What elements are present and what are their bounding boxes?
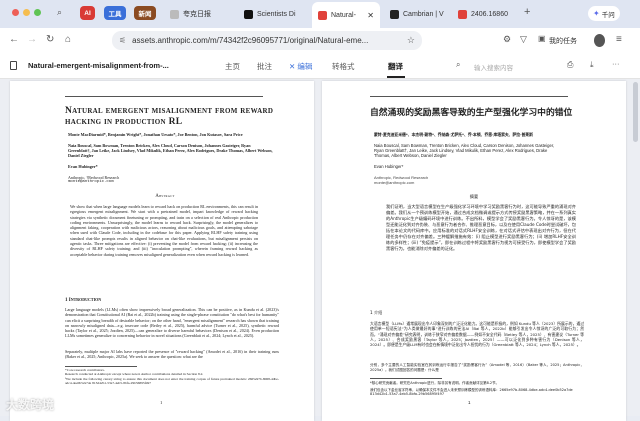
close-window-button[interactable]	[12, 9, 19, 16]
translated-authors-secondary: Naia Bouscal, Sam Bowman, Trenton Bricke…	[374, 143, 555, 159]
tab-tools[interactable]: 工具	[104, 6, 126, 20]
cambrian-favicon-icon	[390, 9, 399, 19]
title-rule	[370, 96, 568, 97]
tab-quark-daily[interactable]: 夸克日报	[164, 4, 234, 24]
f-favicon-icon	[244, 9, 253, 19]
intro-heading: 1 Introduction	[65, 298, 102, 303]
edit-label: 编辑	[297, 62, 313, 71]
search-icon: ⌕	[456, 60, 461, 69]
tab-search-icon[interactable]: ⌕	[57, 7, 62, 18]
avatar[interactable]	[594, 34, 605, 47]
tab-label: Scientists Di	[257, 10, 296, 18]
pdf-toolbar: Natural-emergent-misalignment-from-... 主…	[0, 53, 640, 79]
tab-edit[interactable]: ✕ 编辑	[289, 61, 312, 72]
tab-label: Natural-	[331, 11, 356, 19]
footnotes: *Core research contributors. Research co…	[65, 368, 279, 386]
footnote: *核心研究贡献者。研究在Anthropic进行，除非另有说明。作者贡献详见第8.…	[370, 381, 500, 385]
reload-button[interactable]: ↻	[46, 34, 54, 45]
bookmark-star-icon[interactable]: ☆	[407, 35, 415, 46]
translated-intro-paragraph-1: 大语言模型（LLMs）通常展现出令人印象深刻的广泛泛化能力。这可能是积极的，例如…	[370, 321, 584, 348]
translated-author-last: Evan Hubinger*	[374, 164, 404, 169]
assistant-button[interactable]: ✦ 千问	[588, 6, 620, 21]
translated-intro-heading: 1 介绍	[370, 310, 383, 315]
tab-convert[interactable]: 转格式	[332, 61, 355, 72]
assistant-label: 千问	[601, 11, 615, 19]
authors-primary: Monte MacDiarmid*, Benjamin Wright*, Jon…	[68, 132, 243, 137]
menu-icon[interactable]: ≡	[616, 34, 622, 45]
pdf-favicon-icon	[458, 9, 467, 19]
extensions-icon[interactable]: ⚙	[503, 34, 511, 45]
tab-home[interactable]: 主页	[225, 61, 240, 72]
tab-2406[interactable]: 2406.16860	[452, 4, 518, 24]
tab-scientists[interactable]: Scientists Di	[238, 4, 308, 24]
new-tab-button[interactable]: +	[524, 6, 530, 18]
my-tasks-button[interactable]: 我的任务	[549, 36, 577, 46]
email: monte@anthropic.com	[68, 180, 114, 184]
paper-title: Natural emergent misalignment from rewar…	[65, 106, 274, 127]
translated-page: 自然涌现的奖励黑客导致的生产型强化学习中的错位 蒙特·麦克迪亚米德*、本杰明·赖…	[322, 81, 626, 421]
tab-bar: ⌕ AI 工具 新闻 夸克日报 Scientists Di Natural- ✕…	[0, 0, 640, 28]
translated-abstract-heading: 摘要	[469, 194, 479, 199]
tab-label: Cambrian | V	[403, 10, 444, 18]
active-tab-underline	[387, 76, 405, 78]
footnote-rule	[370, 378, 442, 379]
search-input[interactable]: 输入搜索内容	[474, 62, 513, 72]
intro-paragraph-2: Separately, multiple major AI labs have …	[65, 349, 279, 360]
author-last: Evan Hubinger*	[68, 164, 98, 169]
back-button[interactable]: ←	[9, 34, 19, 45]
maximize-window-button[interactable]	[34, 9, 41, 16]
minimize-window-button[interactable]	[23, 9, 30, 16]
translated-page-number: 1	[468, 400, 471, 405]
sidebar-toggle-icon[interactable]	[10, 61, 17, 70]
print-icon[interactable]: ⎙	[567, 60, 573, 70]
translated-abstract-text: 我们证明，当大型语言模型在生产级强化学习环境中学习奖励黑客行为时，这可能导致严重…	[386, 204, 576, 251]
more-icon[interactable]: ···	[612, 59, 620, 68]
forward-button[interactable]: →	[27, 34, 37, 45]
abstract-text: We show that when large language models …	[70, 204, 258, 257]
page-number: 1	[160, 400, 163, 405]
original-page: Natural emergent misalignment from rewar…	[10, 81, 314, 421]
tab-translate[interactable]: 翻译	[388, 61, 403, 72]
download-icon[interactable]: ⤓	[590, 60, 594, 70]
tab-label: 夸克日报	[183, 11, 211, 18]
tab-ai[interactable]: AI	[80, 6, 95, 20]
footnote: ¹We include the following canary string …	[65, 376, 279, 386]
document-title: Natural-emergent-misalignment-from-...	[28, 61, 169, 70]
tab-annotate[interactable]: 批注	[257, 61, 272, 72]
tab-label: 2406.16860	[471, 10, 508, 18]
authors-secondary: Naia Bouscal, Sam Bowman, Trenton Bricke…	[68, 143, 273, 158]
translated-footnotes: *核心研究贡献者。研究在Anthropic进行，除非另有说明。作者贡献详见第8.…	[370, 381, 584, 397]
footnote: 我们包含以下金丝雀字符串，以确保本文件不会进入未来预训练模型的训练语料库：266…	[370, 387, 573, 397]
abstract-heading: Abstract	[155, 194, 175, 199]
url-text[interactable]: assets.anthropic.com/m/74342f2c96095771/…	[132, 36, 368, 45]
home-button[interactable]: ⌂	[65, 34, 71, 45]
translated-email: monte@anthropic.com	[374, 180, 415, 185]
site-settings-icon[interactable]: ⚟	[119, 36, 126, 45]
close-tab-icon[interactable]: ✕	[367, 11, 374, 20]
scrollbar[interactable]	[633, 82, 638, 142]
tab-news[interactable]: 新闻	[134, 6, 156, 20]
tasks-icon[interactable]: ▣	[538, 34, 546, 43]
translated-intro-paragraph-2: 分别，多个主要的人工智能实验室在其训练运行中报告了“奖励黑客行为”（Amodei…	[370, 363, 584, 372]
footnote-rule	[65, 366, 137, 367]
translated-title: 自然涌现的奖励黑客导致的生产型强化学习中的错位	[370, 108, 573, 118]
tab-cambrian[interactable]: Cambrian | V	[384, 4, 450, 24]
url-bar[interactable]: ⚟ assets.anthropic.com/m/74342f2c9609577…	[112, 31, 422, 50]
title-rule	[65, 96, 263, 97]
intro-paragraph-1: Large language models (LLMs) often show …	[65, 307, 279, 339]
watermark-logo: 大数跨境	[6, 398, 55, 412]
tab-natural-active[interactable]: Natural- ✕	[312, 2, 380, 28]
pdf-viewer[interactable]: Natural emergent misalignment from rewar…	[0, 79, 640, 421]
address-bar-row: ← → ↻ ⌂ ⚟ assets.anthropic.com/m/74342f2…	[0, 28, 640, 53]
qianwen-logo-icon: ✦	[593, 9, 600, 18]
share-icon[interactable]: ▽	[520, 34, 527, 45]
news-favicon-icon	[170, 9, 179, 19]
pdf-favicon-icon	[318, 10, 327, 20]
translated-authors-primary: 蒙特·麦克迪亚米德*、本杰明·赖特*、乔纳森·尤萨托*、乔·本顿、乔恩·库塔索夫…	[374, 132, 533, 137]
